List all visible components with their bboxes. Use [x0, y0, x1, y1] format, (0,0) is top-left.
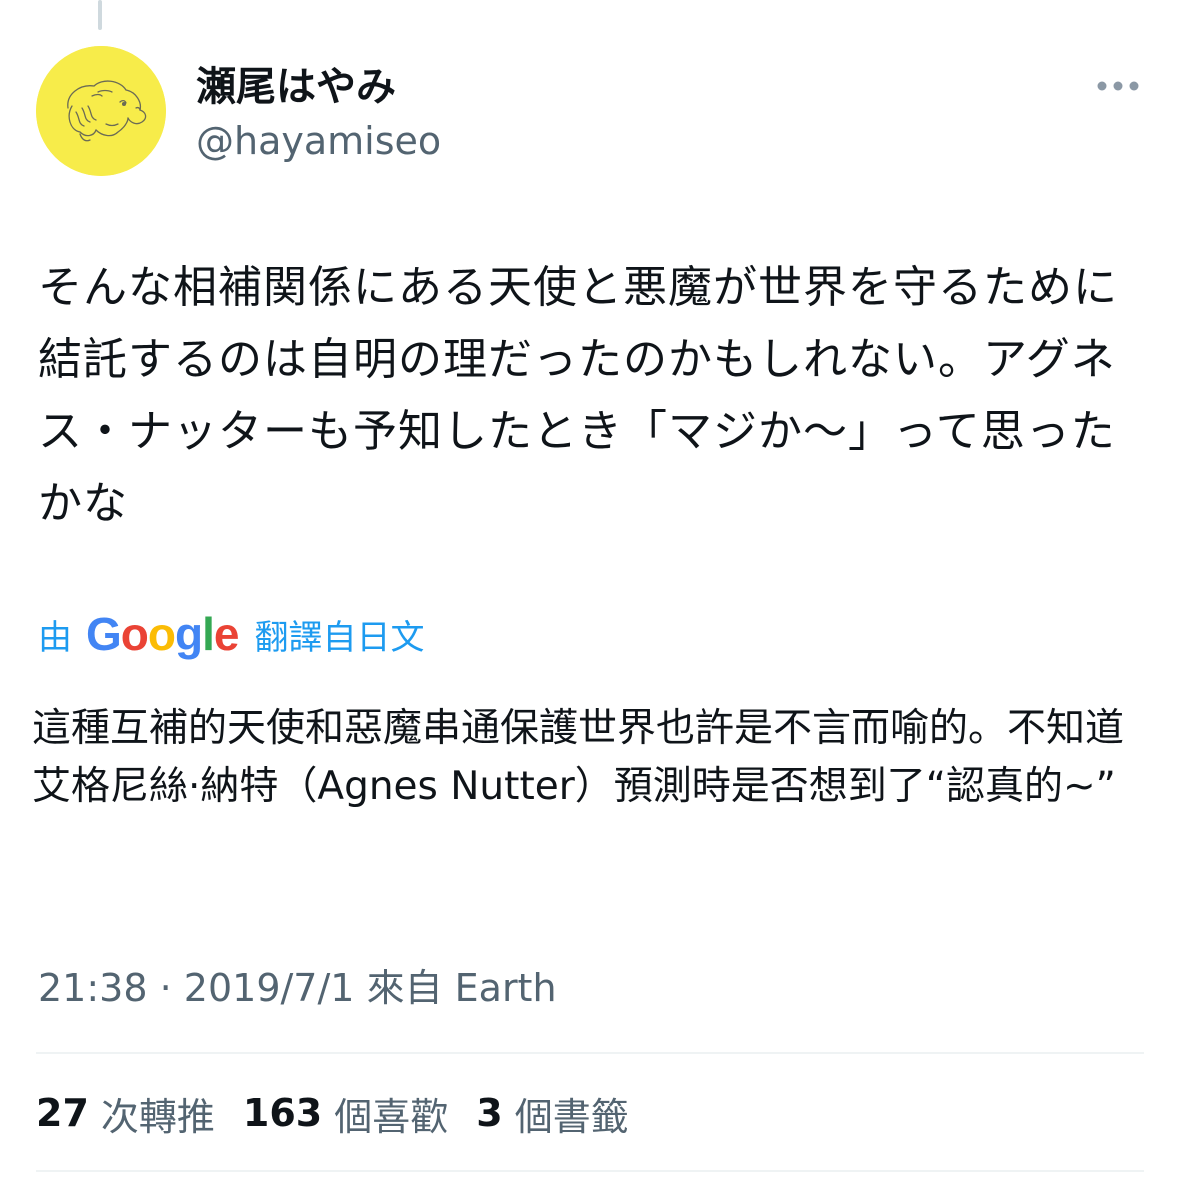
bookmark-label: 個書籤	[514, 1094, 629, 1139]
like-label: 個喜歡	[334, 1094, 449, 1139]
thread-connector-line	[98, 0, 102, 30]
author-display-name[interactable]: 瀬尾はやみ	[196, 62, 396, 112]
translation-attribution[interactable]: 由 Google 翻譯自日文	[38, 604, 424, 664]
google-logo: Google	[86, 607, 240, 661]
bookmarks-stat[interactable]: 3 個書籤	[476, 1086, 628, 1141]
tweet-time[interactable]: 21:38	[38, 966, 148, 1010]
tweet-text: そんな相補関係にある天使と悪魔が世界を守るために結託するのは自明の理だったのかも…	[38, 262, 1118, 529]
translation-prefix: 由	[38, 617, 72, 658]
translated-text: 這種互補的天使和惡魔串通保護世界也許是不言而喻的。不知道艾格尼絲·納特（Agne…	[32, 706, 1125, 809]
retweets-stat[interactable]: 27 次轉推	[36, 1086, 215, 1141]
avatar[interactable]	[36, 46, 166, 176]
meta-separator: ·	[159, 966, 172, 1010]
engagement-stats: 27 次轉推 163 個喜歡 3 個書籤	[36, 1086, 657, 1140]
google-letter: o	[147, 608, 176, 660]
author-handle[interactable]: @hayamiseo	[196, 118, 441, 164]
retweet-label: 次轉推	[100, 1094, 215, 1139]
google-letter: l	[202, 608, 215, 660]
tweet-source: 來自 Earth	[366, 966, 557, 1010]
google-letter: e	[213, 608, 240, 660]
likes-stat[interactable]: 163 個喜歡	[243, 1086, 448, 1141]
dog-sketch-icon	[36, 46, 166, 176]
more-options-button[interactable]	[1090, 70, 1146, 102]
retweet-count: 27	[36, 1091, 89, 1135]
translation-suffix: 翻譯自日文	[254, 617, 425, 658]
tweet-date[interactable]: 2019/7/1	[184, 966, 355, 1010]
tweet-metadata: 21:38 · 2019/7/1 來自 Earth	[38, 962, 557, 1014]
more-dots-icon	[1097, 81, 1139, 91]
divider	[36, 1170, 1144, 1172]
bookmark-count: 3	[476, 1091, 503, 1135]
google-letter: g	[175, 608, 203, 660]
google-letter: o	[120, 608, 149, 660]
divider	[36, 1052, 1144, 1054]
google-letter: G	[86, 608, 122, 660]
like-count: 163	[242, 1091, 323, 1135]
